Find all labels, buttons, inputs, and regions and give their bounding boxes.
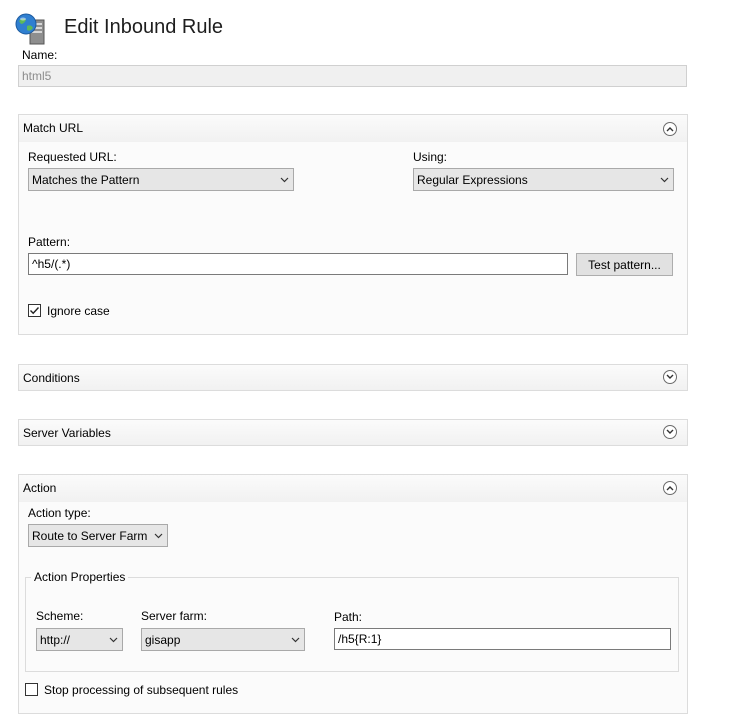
server-farm-select[interactable]: gisapp: [141, 628, 305, 651]
collapse-chevron-up-icon[interactable]: [663, 481, 677, 495]
conditions-title: Conditions: [23, 371, 80, 385]
name-label: Name:: [22, 48, 58, 62]
globe-server-icon: [15, 13, 45, 45]
pattern-value: ^h5/(.*): [32, 257, 71, 271]
server-farm-value: gisapp: [145, 632, 181, 647]
match-url-title: Match URL: [23, 121, 84, 135]
stop-processing-label[interactable]: Stop processing of subsequent rules: [44, 683, 238, 697]
path-input[interactable]: /h5{R:1}: [334, 628, 671, 650]
using-select[interactable]: Regular Expressions: [413, 168, 674, 191]
page-title: Edit Inbound Rule: [64, 16, 224, 38]
action-properties-title: Action Properties: [31, 570, 129, 584]
chevron-down-icon: [286, 637, 304, 643]
expand-chevron-down-icon[interactable]: [663, 370, 677, 384]
server-farm-label: Server farm:: [141, 609, 208, 623]
match-url-header[interactable]: Match URL: [19, 115, 687, 142]
chevron-down-icon: [275, 177, 293, 183]
action-type-label: Action type:: [28, 506, 91, 520]
action-type-select[interactable]: Route to Server Farm: [28, 524, 168, 547]
using-value: Regular Expressions: [417, 172, 528, 187]
requested-url-select[interactable]: Matches the Pattern: [28, 168, 294, 191]
conditions-panel: Conditions: [18, 364, 688, 391]
match-url-panel: Match URL: [18, 114, 688, 335]
scheme-value: http://: [40, 632, 71, 647]
server-variables-panel: Server Variables: [18, 419, 688, 446]
action-title: Action: [23, 481, 57, 495]
action-type-value: Route to Server Farm: [32, 528, 148, 543]
requested-url-label: Requested URL:: [28, 150, 117, 164]
conditions-header[interactable]: Conditions: [19, 365, 687, 390]
name-value: html5: [22, 69, 52, 83]
test-pattern-button[interactable]: Test pattern...: [576, 253, 673, 276]
action-header[interactable]: Action: [19, 475, 687, 502]
ignore-case-label[interactable]: Ignore case: [47, 304, 110, 318]
server-variables-header[interactable]: Server Variables: [19, 420, 687, 445]
scheme-select[interactable]: http://: [36, 628, 123, 651]
collapse-chevron-up-icon[interactable]: [663, 122, 677, 136]
pattern-label: Pattern:: [28, 235, 71, 249]
chevron-down-icon: [104, 637, 122, 643]
name-field[interactable]: html5: [18, 65, 687, 87]
chevron-down-icon: [655, 177, 673, 183]
action-properties-group: [25, 577, 679, 672]
path-value: /h5{R:1}: [338, 632, 382, 646]
expand-chevron-down-icon[interactable]: [663, 425, 677, 439]
using-label: Using:: [413, 150, 448, 164]
chevron-down-icon: [149, 533, 167, 539]
ignore-case-checkbox[interactable]: [28, 304, 41, 317]
checkmark-icon: [30, 307, 40, 315]
pattern-input[interactable]: ^h5/(.*): [28, 253, 568, 275]
requested-url-value: Matches the Pattern: [32, 172, 140, 187]
path-label: Path:: [334, 610, 363, 624]
server-variables-title: Server Variables: [23, 426, 111, 440]
scheme-label: Scheme:: [36, 609, 84, 623]
stop-processing-checkbox[interactable]: [25, 683, 38, 696]
header-icon: [14, 12, 48, 46]
